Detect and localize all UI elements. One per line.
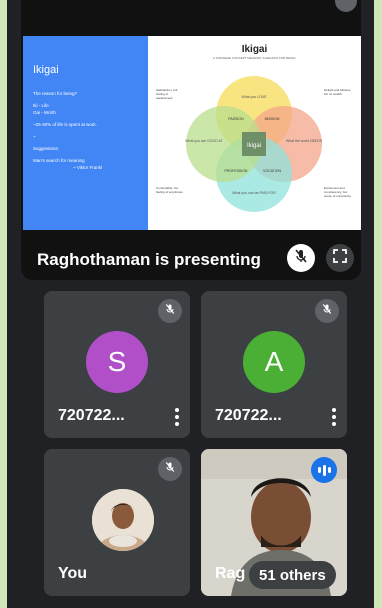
muted-indicator (158, 299, 182, 323)
slide-title: Ikigai (33, 64, 59, 76)
mic-off-icon (293, 248, 309, 269)
presentation-bar: Raghothaman is presenting (21, 230, 361, 280)
overlap-label: MISSION (265, 117, 280, 121)
participant-name: You (58, 565, 88, 582)
muted-indicator (315, 299, 339, 323)
mic-off-icon (164, 460, 176, 478)
slide-line: Suggestions: (33, 146, 60, 151)
avatar: A (243, 331, 305, 393)
diagram-note: Excitement and complacency, but sense of… (324, 186, 351, 198)
self-avatar-photo (92, 489, 154, 551)
self-tile[interactable]: You (44, 449, 190, 596)
fullscreen-icon (333, 248, 347, 268)
diagram-note: Delight and fullness, but no wealth (324, 88, 352, 96)
slide-line: Man's search for meaning (33, 158, 85, 163)
diagram-note: Satisfaction, but feeling of uselessness (156, 88, 178, 100)
overlap-label: PROFESSION (225, 169, 248, 173)
venn-diagram: Ikigai What you LOVE What the world NEED… (185, 76, 323, 212)
participant-name: 720722... (215, 407, 282, 424)
slide-text-panel: Ikigai The reason for being? Iki - Life … (23, 36, 148, 230)
mic-off-icon (164, 302, 176, 320)
meet-screen: Ikigai The reason for being? Iki - Life … (7, 0, 374, 608)
slide-line: Iki - Life (33, 103, 49, 108)
slide-line: ~ (33, 134, 36, 139)
circle-label: What the world NEEDS (286, 139, 323, 143)
overlap-label: VOCATION (263, 169, 281, 173)
presentation-card[interactable]: Ikigai The reason for being? Iki - Life … (21, 0, 361, 280)
center-label: Ikigai (247, 143, 261, 149)
participant-tile[interactable]: S 720722... (44, 291, 190, 438)
fullscreen-button[interactable] (326, 244, 354, 272)
ikigai-diagram: Ikigai A JAPANESE CONCEPT MEANING 'A REA… (148, 36, 361, 230)
mute-presentation-button[interactable] (287, 244, 315, 272)
muted-indicator (158, 457, 182, 481)
presentation-options-button[interactable] (335, 0, 357, 12)
more-vert-icon[interactable] (175, 408, 179, 426)
shared-slide: Ikigai The reason for being? Iki - Life … (23, 36, 361, 230)
speaking-indicator-icon (311, 457, 337, 483)
overlap-label: PASSION (228, 117, 244, 121)
mic-off-icon (321, 302, 333, 320)
participant-tile[interactable]: A 720722... (201, 291, 347, 438)
presenting-label: Raghothaman is presenting (37, 250, 261, 269)
circle-label: What you LOVE (241, 95, 267, 99)
video-tile[interactable]: Rag 51 others (201, 449, 347, 596)
more-vert-icon[interactable] (332, 408, 336, 426)
slide-line: Gai - Worth (33, 110, 56, 115)
circle-label: What you are GOOD AT (185, 139, 223, 143)
slide-line: ~25-30% of life is spent at work. (33, 122, 97, 127)
slide-line: ~ Viktor Frankl (73, 165, 103, 170)
avatar: S (86, 331, 148, 393)
others-count-badge[interactable]: 51 others (249, 561, 336, 589)
circle-label: What you can be PAID FOR (232, 191, 276, 195)
participant-name: Rag (215, 565, 246, 582)
participant-name: 720722... (58, 407, 125, 424)
diagram-note: Comfortable, but feeling of emptiness (156, 186, 183, 194)
slide-line: The reason for being? (33, 91, 78, 96)
